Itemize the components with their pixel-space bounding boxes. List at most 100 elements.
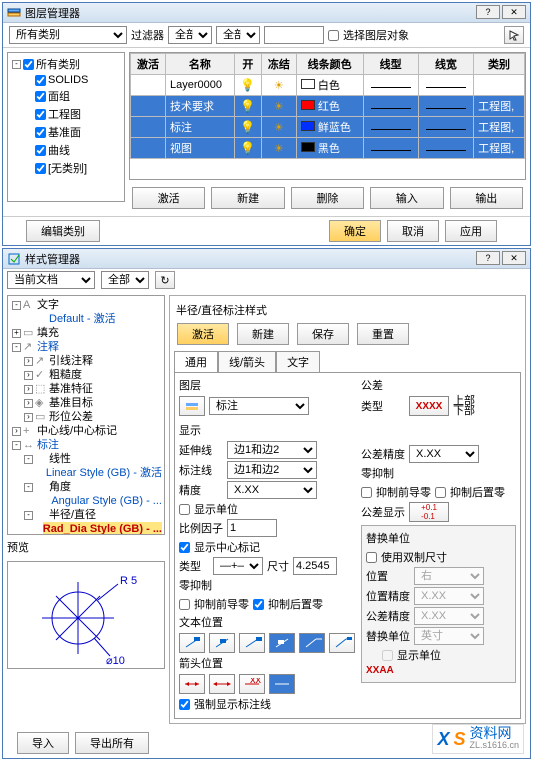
激活-button[interactable]: 激活: [132, 187, 205, 209]
style-tree-node[interactable]: -半径/直径: [10, 508, 162, 522]
arrow-pos-1[interactable]: [179, 674, 205, 694]
column-header[interactable]: 名称: [165, 54, 234, 75]
tree-node[interactable]: 工程图: [10, 105, 122, 123]
center-type-select[interactable]: —+—: [213, 557, 263, 575]
style-tree-node[interactable]: +▭填充: [10, 326, 162, 340]
force-dimline-checkbox[interactable]: [179, 699, 190, 710]
cancel-button[interactable]: 取消: [387, 220, 439, 242]
text-pos-4[interactable]: [269, 633, 295, 653]
style-tree-node[interactable]: -↔标注: [10, 438, 162, 452]
arrow-pos-4[interactable]: [269, 674, 295, 694]
apply-button[interactable]: 应用: [445, 220, 497, 242]
edit-category-button[interactable]: 编辑类别: [26, 220, 100, 242]
保存-button[interactable]: 保存: [297, 323, 349, 345]
style-tree-node[interactable]: Angular Style (GB) - ...: [10, 494, 162, 508]
style-tree-node[interactable]: ›+中心线/中心标记: [10, 424, 162, 438]
style-tree-node[interactable]: ›↗引线注释: [10, 354, 162, 368]
refresh-icon[interactable]: ↻: [155, 271, 175, 289]
tree-node[interactable]: -所有类别: [10, 55, 122, 73]
use-dual-checkbox[interactable]: [366, 552, 377, 563]
layer-action-buttons: 激活新建删除输入输出: [129, 184, 526, 212]
table-row[interactable]: Layer0000💡☀ 白色: [131, 75, 525, 96]
style-tree-node[interactable]: ›▭形位公差: [10, 410, 162, 424]
suppress-trailing-checkbox[interactable]: [253, 599, 264, 610]
table-row[interactable]: 技术要求💡☀ 红色工程图,: [131, 96, 525, 117]
filter-select-1[interactable]: 全部: [168, 26, 212, 44]
style-tree-node[interactable]: -角度: [10, 480, 162, 494]
style-tree-node[interactable]: Default - 激活: [10, 312, 162, 326]
style-tree-node[interactable]: -↗注释: [10, 340, 162, 354]
layer-icon[interactable]: [179, 396, 205, 416]
category-tree[interactable]: -所有类别SOLIDS面组工程图基准面曲线[无类别]: [7, 52, 125, 202]
alt-tol-prec-label: 公差精度: [366, 608, 410, 624]
table-row[interactable]: 标注💡☀ 鲜蓝色工程图,: [131, 117, 525, 138]
select-layer-object-checkbox[interactable]: [328, 30, 339, 41]
arrow-pos-3[interactable]: xx: [239, 674, 265, 694]
column-header[interactable]: 激活: [131, 54, 166, 75]
删除-button[interactable]: 删除: [291, 187, 364, 209]
export-all-button[interactable]: 导出所有: [75, 732, 149, 754]
text-pos-5[interactable]: [299, 633, 325, 653]
show-unit-checkbox[interactable]: [179, 504, 190, 515]
style-tree-node[interactable]: ›⬚基准特征: [10, 382, 162, 396]
tol-suppress-trailing-checkbox[interactable]: [435, 487, 446, 498]
tol-display-icon[interactable]: +0.1-0.1: [409, 502, 449, 522]
tree-node[interactable]: 面组: [10, 87, 122, 105]
size-input[interactable]: [293, 557, 337, 575]
新建-button[interactable]: 新建: [237, 323, 289, 345]
tree-node[interactable]: SOLIDS: [10, 73, 122, 87]
pick-object-button[interactable]: [504, 26, 524, 44]
filter-select-2[interactable]: 全部: [216, 26, 260, 44]
输入-button[interactable]: 输入: [370, 187, 443, 209]
style-tree-node[interactable]: -线性: [10, 452, 162, 466]
scope-filter-select[interactable]: 全部: [101, 271, 149, 289]
tree-node[interactable]: 曲线: [10, 141, 122, 159]
category-select[interactable]: 所有类别: [9, 26, 127, 44]
style-tree[interactable]: -A文字Default - 激活+▭填充-↗注释›↗引线注释›✓粗糙度›⬚基准特…: [7, 295, 165, 535]
show-center-checkbox[interactable]: [179, 542, 190, 553]
scope-select[interactable]: 当前文档: [7, 271, 95, 289]
suppress-leading-checkbox[interactable]: [179, 599, 190, 610]
重置-button[interactable]: 重置: [357, 323, 409, 345]
tab-line-arrow[interactable]: 线/箭头: [218, 351, 276, 372]
style-tree-node[interactable]: -A文字: [10, 298, 162, 312]
tree-node[interactable]: [无类别]: [10, 159, 122, 177]
text-pos-1[interactable]: [179, 633, 205, 653]
arrow-pos-2[interactable]: [209, 674, 235, 694]
import-button[interactable]: 导入: [17, 732, 69, 754]
输出-button[interactable]: 输出: [450, 187, 523, 209]
style-tree-node[interactable]: ›◈基准目标: [10, 396, 162, 410]
table-row[interactable]: 视图💡☀ 黑色工程图,: [131, 138, 525, 159]
column-header[interactable]: 线型: [363, 54, 418, 75]
scale-input[interactable]: [227, 519, 277, 537]
column-header[interactable]: 开: [234, 54, 261, 75]
column-header[interactable]: 线条颜色: [296, 54, 363, 75]
tab-general[interactable]: 通用: [174, 351, 218, 372]
tol-type-display[interactable]: XXXX: [409, 396, 449, 416]
tab-text[interactable]: 文字: [276, 351, 320, 372]
text-pos-6[interactable]: [329, 633, 355, 653]
新建-button[interactable]: 新建: [211, 187, 284, 209]
tol-precision-select[interactable]: X.XX: [409, 445, 479, 463]
text-pos-3[interactable]: [239, 633, 265, 653]
style-tree-node[interactable]: Rad_Dia Style (GB) - ...: [10, 522, 162, 535]
close-button[interactable]: ✕: [502, 5, 526, 19]
tol-suppress-leading-checkbox[interactable]: [361, 487, 372, 498]
style-tree-node[interactable]: ›✓粗糙度: [10, 368, 162, 382]
help-button[interactable]: ?: [476, 5, 500, 19]
激活-button[interactable]: 激活: [177, 323, 229, 345]
column-header[interactable]: 线宽: [418, 54, 473, 75]
filter-input[interactable]: [264, 26, 324, 44]
tree-node[interactable]: 基准面: [10, 123, 122, 141]
close-button[interactable]: ✕: [502, 251, 526, 265]
column-header[interactable]: 冻结: [261, 54, 296, 75]
ext-line-select[interactable]: 边1和边2: [227, 441, 317, 459]
precision-select[interactable]: X.XX: [227, 481, 317, 499]
ok-button[interactable]: 确定: [329, 220, 381, 242]
style-tree-node[interactable]: Linear Style (GB) - 激活: [10, 466, 162, 480]
text-pos-2[interactable]: [209, 633, 235, 653]
help-button[interactable]: ?: [476, 251, 500, 265]
layer-select[interactable]: 标注: [209, 397, 309, 415]
dim-line-select[interactable]: 边1和边2: [227, 461, 317, 479]
column-header[interactable]: 类别: [474, 54, 525, 75]
